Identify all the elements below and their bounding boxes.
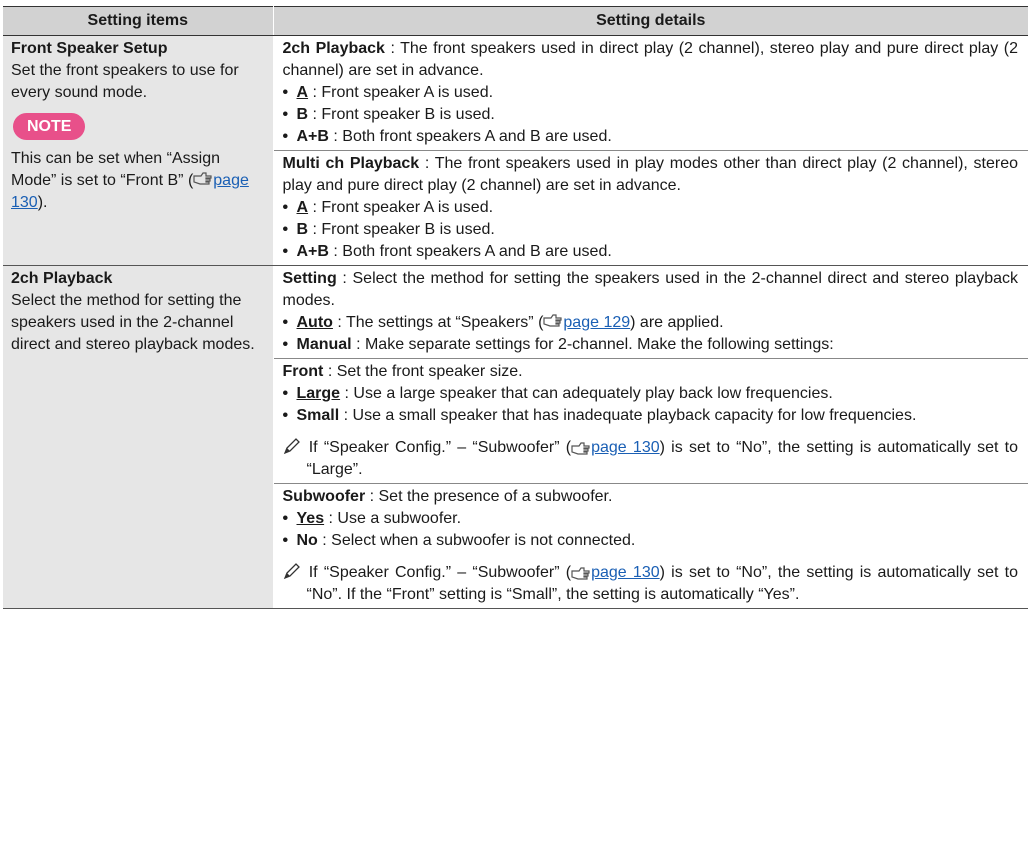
detail-2ch-playback: 2ch Playback : The front speakers used i…: [273, 35, 1028, 151]
table-row: Front Speaker Setup Set the front speake…: [3, 35, 1028, 266]
item-title: Front Speaker Setup: [11, 40, 168, 57]
detail-subwoofer: Subwoofer : Set the presence of a subwoo…: [273, 483, 1028, 609]
note-badge: NOTE: [13, 113, 86, 140]
reference-hand-icon: [193, 172, 213, 189]
detail-multi-ch-playback: Multi ch Playback : The front speakers u…: [273, 150, 1028, 266]
pencil-note-icon: [283, 563, 303, 581]
option-item: • A+B : Both front speakers A and B are u…: [282, 128, 612, 145]
note-text: This can be set when “Assign Mode” is se…: [11, 150, 249, 211]
option-item: • No : Select when a subwoofer is not con…: [282, 532, 636, 549]
table-row: 2ch Playback Select the method for setti…: [3, 265, 1028, 609]
reference-hand-icon: [571, 564, 591, 581]
detail-setting: Setting : Select the method for setting …: [273, 265, 1028, 359]
item-cell-front-speaker-setup: Front Speaker Setup Set the front speake…: [3, 35, 274, 266]
page-link[interactable]: page 129: [563, 314, 630, 331]
item-description: Set the front speakers to use for every …: [11, 62, 239, 101]
header-setting-details: Setting details: [273, 6, 1028, 36]
option-item: • A : Front speaker A is used.: [282, 199, 494, 216]
tip-note: If “Speaker Config.” – “Subwoofer” (page…: [283, 562, 1018, 606]
pencil-note-icon: [283, 438, 303, 456]
page-link[interactable]: page 130: [591, 564, 660, 581]
option-item: • Yes : Use a subwoofer.: [282, 510, 462, 527]
reference-hand-icon: [571, 439, 591, 456]
page-link[interactable]: page 130: [591, 439, 660, 456]
table-header-row: Setting items Setting details: [3, 6, 1028, 36]
item-description: Select the method for setting the speake…: [11, 292, 255, 353]
option-item: • Manual : Make separate settings for 2-c…: [282, 336, 834, 353]
tip-note: If “Speaker Config.” – “Subwoofer” (page…: [283, 437, 1018, 481]
option-item: • Auto : The settings at “Speakers” (page…: [282, 314, 724, 331]
detail-intro: 2ch Playback : The front speakers used i…: [282, 40, 1019, 79]
option-item: • B : Front speaker B is used.: [282, 106, 495, 123]
item-title: 2ch Playback: [11, 270, 113, 287]
detail-intro: Front : Set the front speaker size.: [282, 363, 523, 380]
settings-table: Setting items Setting details Front Spea…: [3, 6, 1028, 609]
detail-intro: Setting : Select the method for setting …: [282, 270, 1019, 309]
option-item: • A+B : Both front speakers A and B are u…: [282, 243, 612, 260]
detail-intro: Multi ch Playback : The front speakers u…: [282, 155, 1019, 194]
option-item: • Small : Use a small speaker that has in…: [282, 407, 917, 424]
detail-front: Front : Set the front speaker size. • Lar…: [273, 358, 1028, 484]
detail-intro: Subwoofer : Set the presence of a subwoo…: [282, 488, 613, 505]
header-setting-items: Setting items: [3, 6, 274, 36]
option-item: • Large : Use a large speaker that can ad…: [282, 385, 833, 402]
reference-hand-icon: [543, 314, 563, 331]
option-item: • A : Front speaker A is used.: [282, 84, 494, 101]
item-cell-2ch-playback: 2ch Playback Select the method for setti…: [3, 265, 274, 609]
option-item: • B : Front speaker B is used.: [282, 221, 495, 238]
